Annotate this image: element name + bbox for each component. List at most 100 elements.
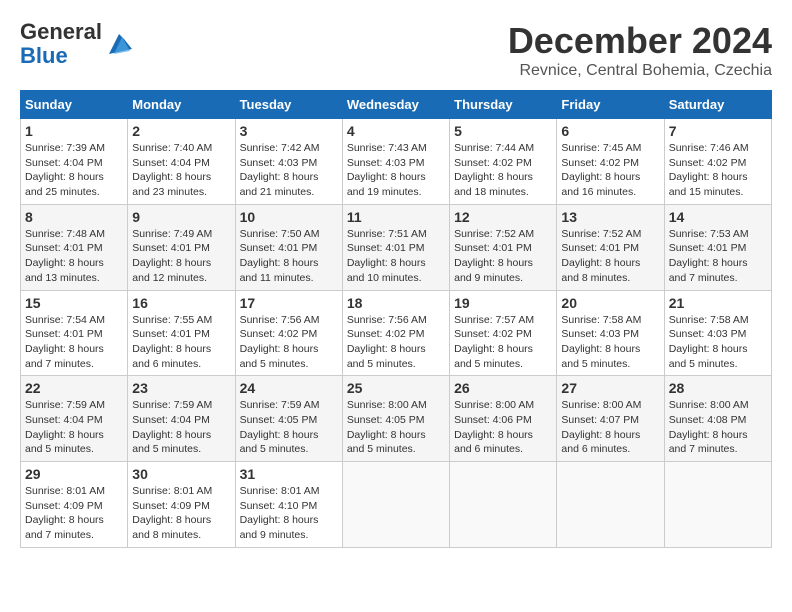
day-number: 27 [561,380,659,396]
day-info: Sunrise: 7:52 AM Sunset: 4:01 PM Dayligh… [561,227,659,286]
page-header: General Blue December 2024 Revnice, Cent… [20,20,772,80]
day-info: Sunrise: 7:57 AM Sunset: 4:02 PM Dayligh… [454,313,552,372]
location: Revnice, Central Bohemia, Czechia [508,62,772,80]
day-info: Sunrise: 8:01 AM Sunset: 4:09 PM Dayligh… [25,484,123,543]
day-info: Sunrise: 7:59 AM Sunset: 4:05 PM Dayligh… [240,398,338,457]
calendar-cell: 23 Sunrise: 7:59 AM Sunset: 4:04 PM Dayli… [128,376,235,462]
column-header-thursday: Thursday [450,91,557,119]
day-info: Sunrise: 7:51 AM Sunset: 4:01 PM Dayligh… [347,227,445,286]
calendar-cell: 16 Sunrise: 7:55 AM Sunset: 4:01 PM Dayli… [128,290,235,376]
calendar-cell: 14 Sunrise: 7:53 AM Sunset: 4:01 PM Dayli… [664,204,771,290]
calendar-cell: 15Sunrise: 7:54 AM Sunset: 4:01 PM Dayli… [21,290,128,376]
calendar-cell: 7 Sunrise: 7:46 AM Sunset: 4:02 PM Daylig… [664,119,771,205]
calendar-cell: 29 Sunrise: 8:01 AM Sunset: 4:09 PM Dayli… [21,462,128,548]
day-number: 20 [561,295,659,311]
calendar-cell: 25 Sunrise: 8:00 AM Sunset: 4:05 PM Dayli… [342,376,449,462]
calendar-cell: 5 Sunrise: 7:44 AM Sunset: 4:02 PM Daylig… [450,119,557,205]
calendar-header-row: SundayMondayTuesdayWednesdayThursdayFrid… [21,91,772,119]
day-info: Sunrise: 7:44 AM Sunset: 4:02 PM Dayligh… [454,141,552,200]
day-number: 23 [132,380,230,396]
day-info: Sunrise: 7:39 AM Sunset: 4:04 PM Dayligh… [25,141,123,200]
column-header-monday: Monday [128,91,235,119]
day-number: 5 [454,123,552,139]
calendar-cell [557,462,664,548]
day-number: 21 [669,295,767,311]
calendar-cell: 11 Sunrise: 7:51 AM Sunset: 4:01 PM Dayli… [342,204,449,290]
calendar-cell: 27 Sunrise: 8:00 AM Sunset: 4:07 PM Dayli… [557,376,664,462]
calendar-cell: 30Sunrise: 8:01 AM Sunset: 4:09 PM Dayli… [128,462,235,548]
day-info: Sunrise: 8:01 AM Sunset: 4:10 PM Dayligh… [240,484,338,543]
calendar-cell: 18Sunrise: 7:56 AM Sunset: 4:02 PM Dayli… [342,290,449,376]
day-info: Sunrise: 7:58 AM Sunset: 4:03 PM Dayligh… [561,313,659,372]
day-info: Sunrise: 7:56 AM Sunset: 4:02 PM Dayligh… [347,313,445,372]
calendar-cell: 10Sunrise: 7:50 AM Sunset: 4:01 PM Dayli… [235,204,342,290]
day-number: 2 [132,123,230,139]
day-number: 19 [454,295,552,311]
day-number: 1 [25,123,123,139]
calendar-cell: 20 Sunrise: 7:58 AM Sunset: 4:03 PM Dayli… [557,290,664,376]
calendar-week-row: 8 Sunrise: 7:48 AM Sunset: 4:01 PM Daylig… [21,204,772,290]
day-info: Sunrise: 7:43 AM Sunset: 4:03 PM Dayligh… [347,141,445,200]
day-number: 7 [669,123,767,139]
day-info: Sunrise: 8:00 AM Sunset: 4:05 PM Dayligh… [347,398,445,457]
day-info: Sunrise: 7:59 AM Sunset: 4:04 PM Dayligh… [25,398,123,457]
day-number: 13 [561,209,659,225]
calendar-week-row: 1 Sunrise: 7:39 AM Sunset: 4:04 PM Daylig… [21,119,772,205]
calendar-cell: 13 Sunrise: 7:52 AM Sunset: 4:01 PM Dayli… [557,204,664,290]
day-info: Sunrise: 8:00 AM Sunset: 4:06 PM Dayligh… [454,398,552,457]
calendar-cell: 17Sunrise: 7:56 AM Sunset: 4:02 PM Dayli… [235,290,342,376]
calendar-cell: 2 Sunrise: 7:40 AM Sunset: 4:04 PM Daylig… [128,119,235,205]
logo-general: General [20,19,102,44]
day-number: 11 [347,209,445,225]
calendar-cell: 21 Sunrise: 7:58 AM Sunset: 4:03 PM Dayli… [664,290,771,376]
calendar-cell [450,462,557,548]
day-info: Sunrise: 7:55 AM Sunset: 4:01 PM Dayligh… [132,313,230,372]
day-number: 30 [132,466,230,482]
day-number: 3 [240,123,338,139]
day-number: 4 [347,123,445,139]
day-info: Sunrise: 7:46 AM Sunset: 4:02 PM Dayligh… [669,141,767,200]
day-info: Sunrise: 7:45 AM Sunset: 4:02 PM Dayligh… [561,141,659,200]
day-number: 25 [347,380,445,396]
day-info: Sunrise: 7:48 AM Sunset: 4:01 PM Dayligh… [25,227,123,286]
calendar-cell: 31 Sunrise: 8:01 AM Sunset: 4:10 PM Dayli… [235,462,342,548]
day-number: 31 [240,466,338,482]
column-header-tuesday: Tuesday [235,91,342,119]
calendar-cell: 24Sunrise: 7:59 AM Sunset: 4:05 PM Dayli… [235,376,342,462]
day-info: Sunrise: 7:49 AM Sunset: 4:01 PM Dayligh… [132,227,230,286]
day-number: 26 [454,380,552,396]
calendar-cell: 8 Sunrise: 7:48 AM Sunset: 4:01 PM Daylig… [21,204,128,290]
day-info: Sunrise: 7:40 AM Sunset: 4:04 PM Dayligh… [132,141,230,200]
day-number: 8 [25,209,123,225]
day-number: 28 [669,380,767,396]
calendar-cell: 1 Sunrise: 7:39 AM Sunset: 4:04 PM Daylig… [21,119,128,205]
month-title: December 2024 [508,20,772,62]
day-info: Sunrise: 7:54 AM Sunset: 4:01 PM Dayligh… [25,313,123,372]
calendar-cell: 26 Sunrise: 8:00 AM Sunset: 4:06 PM Dayli… [450,376,557,462]
day-number: 16 [132,295,230,311]
calendar-week-row: 22 Sunrise: 7:59 AM Sunset: 4:04 PM Dayli… [21,376,772,462]
column-header-sunday: Sunday [21,91,128,119]
calendar-week-row: 15Sunrise: 7:54 AM Sunset: 4:01 PM Dayli… [21,290,772,376]
day-info: Sunrise: 7:59 AM Sunset: 4:04 PM Dayligh… [132,398,230,457]
day-info: Sunrise: 8:00 AM Sunset: 4:08 PM Dayligh… [669,398,767,457]
day-number: 14 [669,209,767,225]
day-number: 12 [454,209,552,225]
day-info: Sunrise: 7:42 AM Sunset: 4:03 PM Dayligh… [240,141,338,200]
calendar-cell: 6 Sunrise: 7:45 AM Sunset: 4:02 PM Daylig… [557,119,664,205]
day-info: Sunrise: 8:00 AM Sunset: 4:07 PM Dayligh… [561,398,659,457]
calendar-cell [664,462,771,548]
calendar-cell: 28 Sunrise: 8:00 AM Sunset: 4:08 PM Dayli… [664,376,771,462]
calendar-cell [342,462,449,548]
day-number: 6 [561,123,659,139]
day-number: 17 [240,295,338,311]
column-header-friday: Friday [557,91,664,119]
day-number: 22 [25,380,123,396]
column-header-saturday: Saturday [664,91,771,119]
logo-icon [104,29,134,59]
logo: General Blue [20,20,134,68]
day-number: 9 [132,209,230,225]
day-info: Sunrise: 7:53 AM Sunset: 4:01 PM Dayligh… [669,227,767,286]
day-number: 29 [25,466,123,482]
day-info: Sunrise: 7:58 AM Sunset: 4:03 PM Dayligh… [669,313,767,372]
